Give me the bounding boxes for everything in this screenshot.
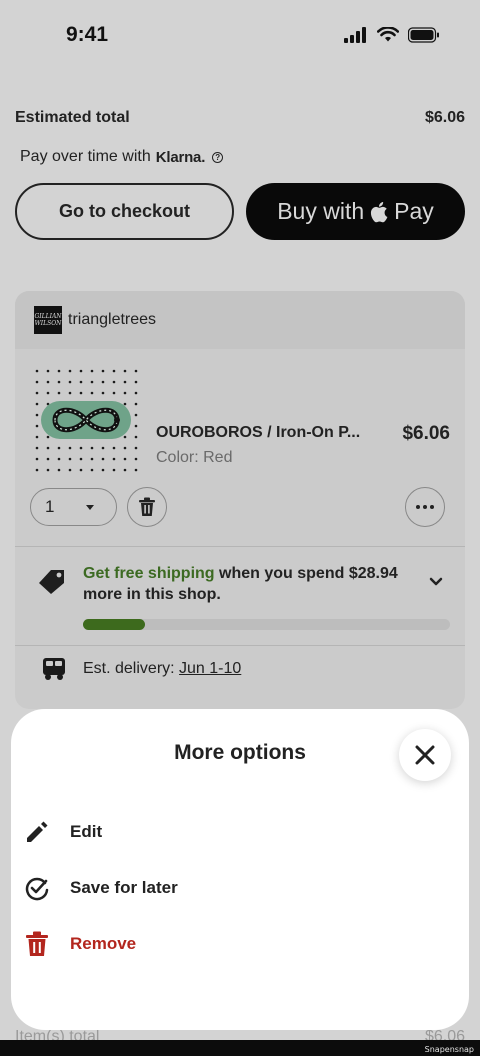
quantity-value: 1 [45, 497, 55, 516]
chevron-down-icon[interactable] [429, 577, 443, 586]
info-icon[interactable]: ? [212, 151, 224, 163]
edit-option[interactable]: Edit [24, 819, 102, 845]
clock-check-icon [24, 875, 50, 901]
more-options-sheet: More options Edit Save for later Remove [11, 709, 469, 1030]
free-shipping-text: Get free shipping when you spend $28.94 … [83, 563, 413, 605]
apple-logo-icon [371, 201, 388, 222]
free-shipping-progress [83, 619, 450, 630]
item-price: $6.06 [402, 423, 450, 444]
apple-pay-prefix: Buy with [277, 198, 365, 224]
battery-icon [408, 27, 439, 43]
bottom-bar [0, 1040, 480, 1056]
divider [15, 546, 465, 547]
trash-icon [139, 497, 155, 516]
shop-logo: GILLIAN WILSON [34, 306, 62, 334]
item-title[interactable]: OUROBOROS / Iron-On P... [156, 424, 360, 442]
shop-name[interactable]: triangletrees [68, 311, 156, 329]
cart-page: 9:41 Estimated total $6.06 Pay over time… [0, 0, 480, 1040]
progress-fill [83, 619, 146, 630]
estimated-total-row: Estimated total $6.06 [15, 109, 465, 127]
status-icons [344, 27, 440, 43]
edit-label: Edit [70, 822, 103, 841]
klarna-row[interactable]: Pay over time with Klarna. ? [20, 148, 224, 166]
status-bar: 9:41 [0, 0, 480, 72]
truck-icon [43, 658, 65, 680]
trash-icon [24, 931, 50, 957]
close-icon [415, 745, 435, 765]
buy-with-apple-pay-button[interactable]: Buy with Pay [246, 183, 465, 240]
wifi-icon [377, 27, 399, 42]
product-thumbnail[interactable] [33, 367, 141, 475]
watermark: Snapensnap [424, 1045, 474, 1054]
pay-over-time-text: Pay over time with [20, 148, 151, 165]
estimated-total-label: Estimated total [15, 109, 130, 126]
status-time: 9:41 [66, 23, 109, 46]
apple-pay-suffix: Pay [394, 198, 434, 224]
shop-header[interactable]: GILLIAN WILSON triangletrees [15, 291, 465, 349]
estimated-total-value: $6.06 [424, 109, 465, 126]
estimated-delivery: Est. delivery: Jun 1-10 [83, 660, 241, 678]
quantity-select[interactable]: 1 [30, 488, 117, 526]
delivery-label: Est. delivery: [83, 660, 180, 677]
item-variant: Color: Red [156, 449, 233, 466]
delivery-dates-link[interactable]: Jun 1-10 [179, 660, 241, 677]
close-button[interactable] [399, 729, 451, 781]
remove-option[interactable]: Remove [24, 931, 136, 957]
more-horizontal-icon [416, 505, 434, 509]
divider [15, 645, 465, 646]
delete-item-button[interactable] [127, 487, 167, 527]
shop-cart-card: GILLIAN WILSON triangletrees OUROBOROS /… [15, 291, 465, 709]
klarna-logo: Klarna. [155, 148, 206, 166]
save-for-later-label: Save for later [70, 878, 178, 897]
remove-label: Remove [70, 934, 137, 953]
pencil-icon [24, 819, 50, 845]
free-shipping-highlight: Get free shipping [83, 565, 215, 582]
go-to-checkout-button[interactable]: Go to checkout [15, 183, 234, 240]
signal-icon [344, 27, 366, 43]
more-options-button[interactable] [405, 487, 445, 527]
tag-icon [39, 570, 64, 594]
caret-down-icon [86, 505, 94, 510]
save-for-later-option[interactable]: Save for later [24, 875, 178, 901]
